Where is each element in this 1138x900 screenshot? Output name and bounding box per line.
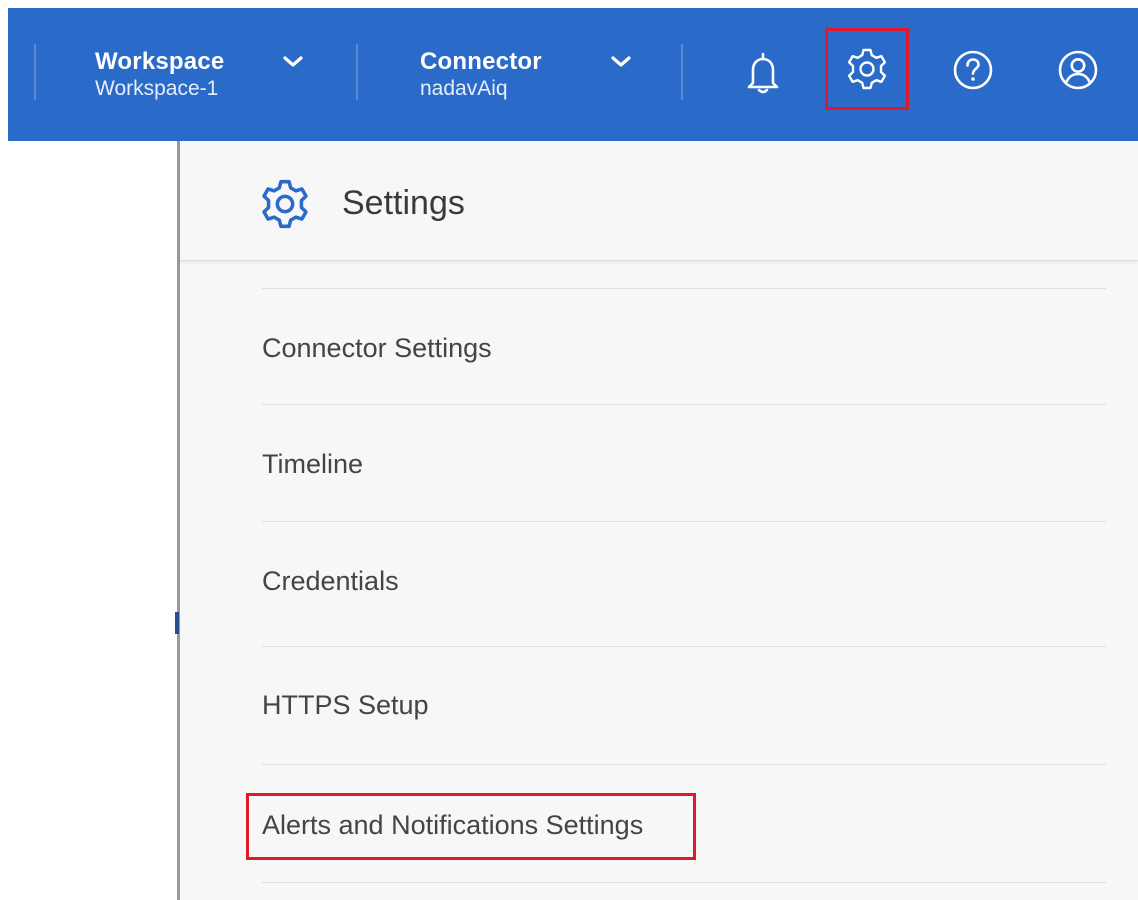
connector-title: Connector (420, 48, 542, 75)
panel-edge-marker (175, 612, 179, 634)
bell-icon[interactable] (740, 50, 786, 96)
connector-value: nadavAiq (420, 77, 508, 100)
menu-divider (262, 882, 1106, 883)
user-icon[interactable] (1055, 47, 1101, 93)
settings-title: Settings (342, 184, 465, 222)
menu-divider (262, 404, 1106, 405)
workspace-title: Workspace (95, 48, 225, 75)
settings-panel: Settings Connector Settings Timeline Cre… (180, 141, 1138, 900)
chevron-down-icon[interactable] (280, 54, 306, 70)
chevron-down-icon[interactable] (608, 54, 634, 70)
menu-divider (262, 288, 1106, 289)
menu-divider (262, 646, 1106, 647)
menu-item-credentials[interactable]: Credentials (262, 563, 399, 599)
menu-divider (262, 521, 1106, 522)
help-icon[interactable] (950, 47, 996, 93)
gear-icon (262, 179, 308, 229)
gear-highlight-box (825, 28, 909, 110)
settings-header: Settings (180, 141, 1138, 261)
workspace-value: Workspace-1 (95, 77, 219, 100)
alerts-highlight-box (246, 793, 696, 860)
connector-selector[interactable]: Connector nadavAiq (420, 48, 542, 102)
header-divider (356, 44, 358, 100)
header-divider (34, 44, 36, 100)
menu-item-connector-settings[interactable]: Connector Settings (262, 330, 492, 366)
menu-item-timeline[interactable]: Timeline (262, 446, 363, 482)
menu-divider (262, 764, 1106, 765)
menu-item-https-setup[interactable]: HTTPS Setup (262, 687, 429, 723)
workspace-selector[interactable]: Workspace Workspace-1 (95, 48, 224, 102)
header-divider (681, 44, 683, 100)
